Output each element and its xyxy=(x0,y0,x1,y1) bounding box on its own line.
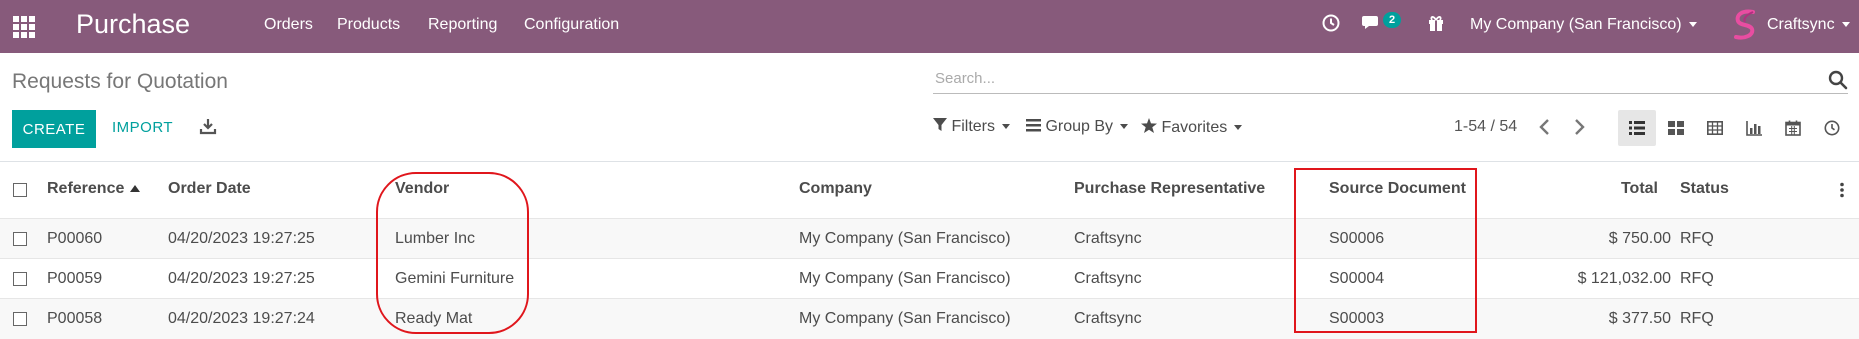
table-row[interactable]: P00059 04/20/2023 19:27:25 Gemini Furnit… xyxy=(0,258,1859,299)
column-header-company[interactable]: Company xyxy=(799,180,872,198)
column-header-order-date[interactable]: Order Date xyxy=(168,180,251,198)
search-icon[interactable] xyxy=(1828,70,1848,90)
messages-badge: 2 xyxy=(1383,12,1401,28)
cell-total: $ 377.50 xyxy=(1608,310,1671,327)
column-header-total[interactable]: Total xyxy=(1578,180,1658,198)
chat-icon[interactable] xyxy=(1362,14,1384,32)
star-icon xyxy=(1141,118,1157,133)
menu-products[interactable]: Products xyxy=(337,16,400,34)
user-name: Craftsync xyxy=(1767,16,1835,33)
cell-order-date: 04/20/2023 19:27:25 xyxy=(168,270,315,287)
download-icon[interactable] xyxy=(199,117,217,135)
group-by-label: Group By xyxy=(1045,118,1114,135)
column-header-status[interactable]: Status xyxy=(1680,180,1729,198)
source-document-highlight-annotation xyxy=(1294,168,1477,333)
table-header: Reference Order Date Vendor Company Purc… xyxy=(0,162,1859,218)
menu-orders[interactable]: Orders xyxy=(264,16,313,34)
filters-label: Filters xyxy=(951,118,996,135)
chevron-down-icon xyxy=(1002,124,1011,130)
row-checkbox[interactable] xyxy=(13,232,27,246)
cell-status: RFQ xyxy=(1680,230,1714,247)
pivot-view-button[interactable] xyxy=(1696,110,1734,146)
page-title: Requests for Quotation xyxy=(12,70,228,93)
pivot-view-icon xyxy=(1707,120,1723,135)
import-button[interactable]: IMPORT xyxy=(112,119,173,136)
search-input[interactable] xyxy=(933,65,1797,91)
activity-view-button[interactable] xyxy=(1813,110,1851,146)
kanban-view-button[interactable] xyxy=(1657,110,1695,146)
cell-status: RFQ xyxy=(1680,270,1714,287)
row-checkbox[interactable] xyxy=(13,312,27,326)
graph-view-icon xyxy=(1746,121,1762,136)
chevron-left-icon[interactable] xyxy=(1538,117,1552,137)
favorites-dropdown[interactable]: Favorites xyxy=(1141,118,1243,137)
select-all-checkbox[interactable] xyxy=(13,183,27,197)
filter-icon xyxy=(933,118,947,131)
clock-icon[interactable] xyxy=(1322,14,1340,32)
chevron-down-icon xyxy=(1688,22,1697,28)
user-menu[interactable]: Craftsync xyxy=(1767,16,1850,34)
cell-total: $ 121,032.00 xyxy=(1577,270,1671,287)
chevron-down-icon xyxy=(1120,124,1129,130)
group-by-dropdown[interactable]: Group By xyxy=(1026,118,1129,136)
company-name: My Company (San Francisco) xyxy=(1470,16,1682,33)
activity-clock-icon xyxy=(1824,120,1840,136)
menu-configuration[interactable]: Configuration xyxy=(524,16,619,34)
list-bars-icon xyxy=(1026,119,1041,132)
list-view-button[interactable] xyxy=(1618,110,1656,146)
gift-icon[interactable] xyxy=(1427,14,1445,32)
chevron-right-icon[interactable] xyxy=(1572,117,1586,137)
favorites-label: Favorites xyxy=(1161,119,1228,136)
column-header-reference[interactable]: Reference xyxy=(47,180,141,198)
optional-columns-menu-icon[interactable] xyxy=(1840,182,1844,198)
cell-reference: P00060 xyxy=(47,230,103,247)
cell-status: RFQ xyxy=(1680,310,1714,327)
company-switcher[interactable]: My Company (San Francisco) xyxy=(1470,16,1697,34)
list-view-icon xyxy=(1629,121,1645,135)
sort-ascending-icon xyxy=(130,185,141,193)
cell-reference: P00058 xyxy=(47,310,103,327)
filters-dropdown[interactable]: Filters xyxy=(933,118,1011,136)
apps-grid-icon[interactable] xyxy=(12,15,36,39)
chevron-down-icon xyxy=(1234,125,1243,131)
table-row[interactable]: P00060 04/20/2023 19:27:25 Lumber Inc My… xyxy=(0,218,1859,259)
cell-purchase-representative: Craftsync xyxy=(1074,230,1142,247)
cell-total: $ 750.00 xyxy=(1608,230,1671,247)
row-checkbox[interactable] xyxy=(13,272,27,286)
graph-view-button[interactable] xyxy=(1735,110,1773,146)
cell-order-date: 04/20/2023 19:27:24 xyxy=(168,310,315,327)
calendar-view-button[interactable] xyxy=(1774,110,1812,146)
vendor-highlight-annotation xyxy=(376,172,529,334)
create-button[interactable]: CREATE xyxy=(12,110,96,148)
cell-company: My Company (San Francisco) xyxy=(799,310,1011,327)
user-logo-icon[interactable] xyxy=(1732,9,1758,41)
calendar-view-icon xyxy=(1785,120,1801,136)
top-navbar: Purchase Orders Products Reporting Confi… xyxy=(0,0,1859,53)
cell-purchase-representative: Craftsync xyxy=(1074,310,1142,327)
chevron-down-icon xyxy=(1841,22,1850,28)
pager-value[interactable]: 1-54 / 54 xyxy=(1454,118,1517,136)
cell-reference: P00059 xyxy=(47,270,103,287)
kanban-view-icon xyxy=(1668,121,1684,135)
column-header-purchase-representative[interactable]: Purchase Representative xyxy=(1074,180,1265,198)
cell-purchase-representative: Craftsync xyxy=(1074,270,1142,287)
app-title[interactable]: Purchase xyxy=(76,9,190,40)
menu-reporting[interactable]: Reporting xyxy=(428,16,497,34)
cell-order-date: 04/20/2023 19:27:25 xyxy=(168,230,315,247)
table-row[interactable]: P00058 04/20/2023 19:27:24 Ready Mat My … xyxy=(0,298,1859,339)
cell-company: My Company (San Francisco) xyxy=(799,230,1011,247)
column-header-label: Reference xyxy=(47,180,125,197)
search-bar xyxy=(933,65,1848,94)
cell-company: My Company (San Francisco) xyxy=(799,270,1011,287)
